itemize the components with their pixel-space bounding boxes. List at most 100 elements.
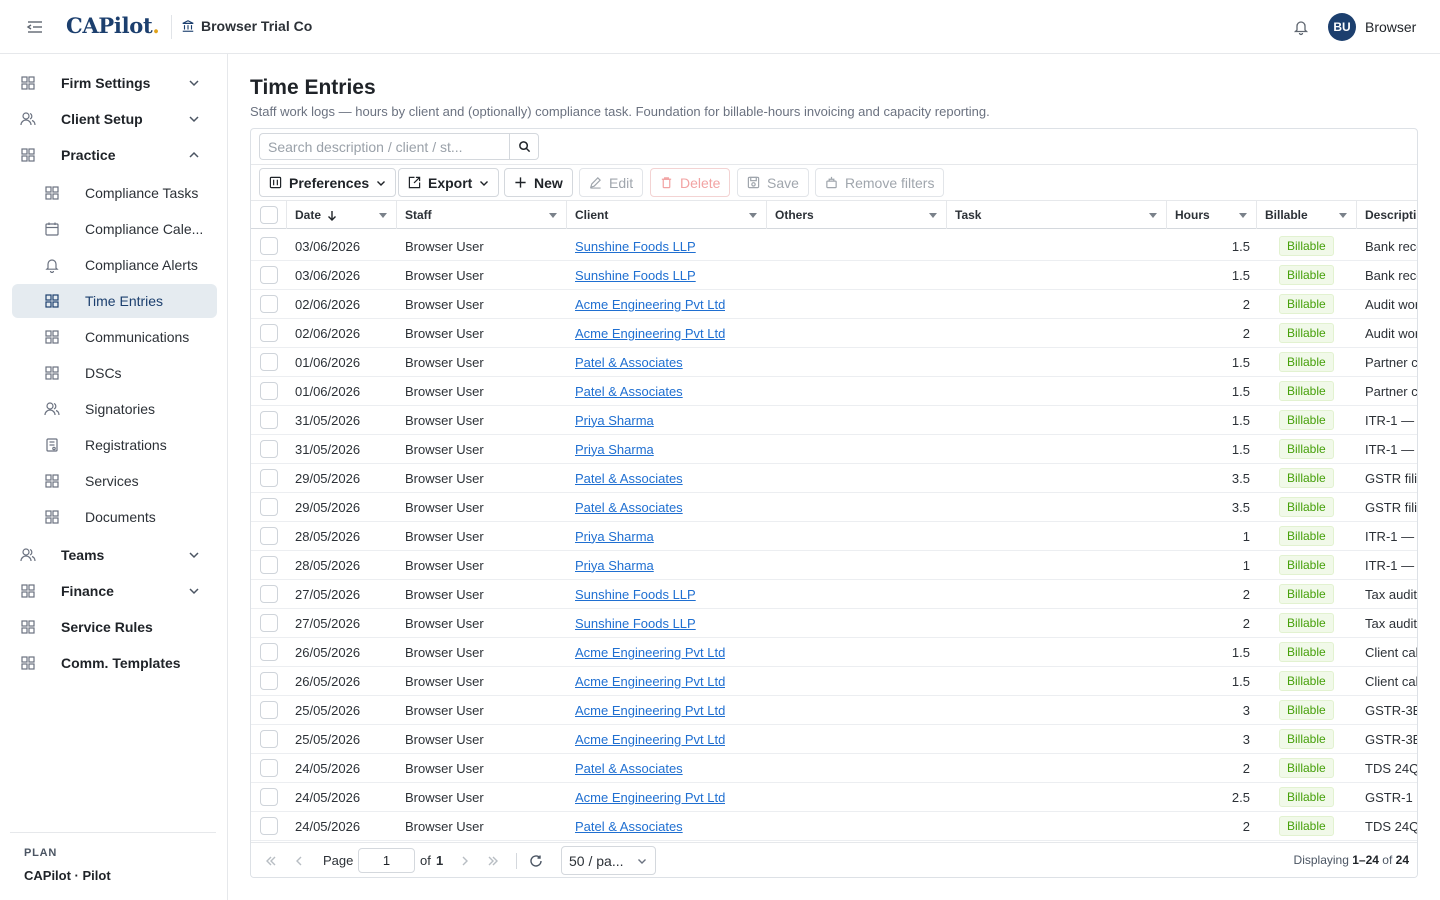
table-row[interactable]: 31/05/2026 Browser User Priya Sharma 1.5 Bil…: [251, 406, 1417, 435]
column-header-task[interactable]: Task: [947, 201, 1167, 229]
sidebar-item-compliance-calendar[interactable]: Compliance Cale...: [12, 212, 217, 246]
sidebar-item-teams[interactable]: Teams: [12, 538, 217, 572]
column-header-others[interactable]: Others: [767, 201, 947, 229]
table-row[interactable]: 01/06/2026 Browser User Patel & Associates…: [251, 377, 1417, 406]
row-checkbox[interactable]: [260, 614, 278, 632]
page-size-select[interactable]: 50 / pa...: [561, 846, 656, 875]
client-link[interactable]: Sunshine Foods LLP: [575, 239, 696, 254]
column-header-client[interactable]: Client: [567, 201, 767, 229]
client-link[interactable]: Sunshine Foods LLP: [575, 587, 696, 602]
sidebar-item-compliance-alerts[interactable]: Compliance Alerts: [12, 248, 217, 282]
first-page-icon[interactable]: [264, 854, 278, 868]
delete-button[interactable]: Delete: [650, 168, 731, 197]
column-menu-icon[interactable]: [749, 213, 757, 218]
table-row[interactable]: 26/05/2026 Browser User Acme Engineering P…: [251, 667, 1417, 696]
table-row[interactable]: 02/06/2026 Browser User Acme Engineering P…: [251, 290, 1417, 319]
row-checkbox[interactable]: [260, 759, 278, 777]
client-link[interactable]: Acme Engineering Pvt Ltd: [575, 297, 725, 312]
column-header-hours[interactable]: Hours: [1167, 201, 1257, 229]
client-link[interactable]: Acme Engineering Pvt Ltd: [575, 790, 725, 805]
table-row[interactable]: 24/05/2026 Browser User Patel & Associates…: [251, 812, 1417, 841]
client-link[interactable]: Priya Sharma: [575, 442, 654, 457]
export-button[interactable]: Export: [398, 168, 500, 197]
table-row[interactable]: 28/05/2026 Browser User Priya Sharma 1 Billa…: [251, 522, 1417, 551]
notifications-bell-icon[interactable]: [1292, 18, 1310, 36]
column-header-date[interactable]: Date: [287, 201, 397, 229]
client-link[interactable]: Sunshine Foods LLP: [575, 268, 696, 283]
row-checkbox[interactable]: [260, 730, 278, 748]
client-link[interactable]: Priya Sharma: [575, 413, 654, 428]
row-checkbox[interactable]: [260, 498, 278, 516]
table-row[interactable]: 02/06/2026 Browser User Acme Engineering P…: [251, 319, 1417, 348]
client-link[interactable]: Patel & Associates: [575, 355, 683, 370]
app-logo[interactable]: CAPilot.: [66, 13, 160, 38]
select-all-checkbox[interactable]: [260, 206, 278, 224]
table-row[interactable]: 24/05/2026 Browser User Patel & Associates…: [251, 754, 1417, 783]
table-row[interactable]: 25/05/2026 Browser User Acme Engineering P…: [251, 696, 1417, 725]
sidebar-item-services[interactable]: Services: [12, 464, 217, 498]
row-checkbox[interactable]: [260, 382, 278, 400]
collapse-menu-icon[interactable]: [24, 17, 46, 37]
table-row[interactable]: 28/05/2026 Browser User Priya Sharma 1 Billa…: [251, 551, 1417, 580]
sidebar-item-firm-settings[interactable]: Firm Settings: [12, 66, 217, 100]
last-page-icon[interactable]: [486, 854, 500, 868]
remove-filters-button[interactable]: Remove filters: [815, 168, 945, 197]
edit-button[interactable]: Edit: [579, 168, 644, 197]
column-menu-icon[interactable]: [1149, 213, 1157, 218]
table-row[interactable]: 25/05/2026 Browser User Acme Engineering P…: [251, 725, 1417, 754]
search-button[interactable]: [509, 133, 539, 160]
row-checkbox[interactable]: [260, 440, 278, 458]
row-checkbox[interactable]: [260, 788, 278, 806]
column-header-staff[interactable]: Staff: [397, 201, 567, 229]
sidebar-item-service-rules[interactable]: Service Rules: [12, 610, 217, 644]
sidebar-item-finance[interactable]: Finance: [12, 574, 217, 608]
row-checkbox[interactable]: [260, 324, 278, 342]
column-menu-icon[interactable]: [1239, 213, 1247, 218]
user-avatar[interactable]: BU: [1328, 13, 1356, 41]
client-link[interactable]: Sunshine Foods LLP: [575, 616, 696, 631]
sidebar-item-registrations[interactable]: Registrations: [12, 428, 217, 462]
sidebar-item-compliance-tasks[interactable]: Compliance Tasks: [12, 176, 217, 210]
client-link[interactable]: Patel & Associates: [575, 819, 683, 834]
preferences-button[interactable]: Preferences: [259, 168, 397, 197]
sidebar-item-signatories[interactable]: Signatories: [12, 392, 217, 426]
row-checkbox[interactable]: [260, 643, 278, 661]
row-checkbox[interactable]: [260, 672, 278, 690]
row-checkbox[interactable]: [260, 353, 278, 371]
client-link[interactable]: Patel & Associates: [575, 471, 683, 486]
row-checkbox[interactable]: [260, 585, 278, 603]
row-checkbox[interactable]: [260, 556, 278, 574]
row-checkbox[interactable]: [260, 295, 278, 313]
sidebar-item-dscs[interactable]: DSCs: [12, 356, 217, 390]
row-checkbox[interactable]: [260, 411, 278, 429]
search-input[interactable]: [259, 133, 510, 160]
sidebar-item-practice[interactable]: Practice: [12, 138, 217, 172]
user-name[interactable]: Browser: [1365, 19, 1416, 35]
table-row[interactable]: 26/05/2026 Browser User Acme Engineering P…: [251, 638, 1417, 667]
sidebar-item-documents[interactable]: Documents: [12, 500, 217, 534]
row-checkbox[interactable]: [260, 527, 278, 545]
column-menu-icon[interactable]: [929, 213, 937, 218]
next-page-icon[interactable]: [458, 854, 472, 868]
sidebar-item-communications[interactable]: Communications: [12, 320, 217, 354]
table-row[interactable]: 27/05/2026 Browser User Sunshine Foods LLP…: [251, 609, 1417, 638]
sidebar-item-client-setup[interactable]: Client Setup: [12, 102, 217, 136]
client-link[interactable]: Priya Sharma: [575, 529, 654, 544]
row-checkbox[interactable]: [260, 266, 278, 284]
table-row[interactable]: 29/05/2026 Browser User Patel & Associates…: [251, 493, 1417, 522]
client-link[interactable]: Acme Engineering Pvt Ltd: [575, 674, 725, 689]
client-link[interactable]: Acme Engineering Pvt Ltd: [575, 732, 725, 747]
page-number-input[interactable]: [358, 848, 415, 873]
table-row[interactable]: 31/05/2026 Browser User Priya Sharma 1.5 Bil…: [251, 435, 1417, 464]
client-link[interactable]: Acme Engineering Pvt Ltd: [575, 703, 725, 718]
new-button[interactable]: New: [504, 168, 573, 197]
column-header-billable[interactable]: Billable: [1257, 201, 1357, 229]
org-switcher[interactable]: Browser Trial Co: [181, 18, 312, 34]
column-header-description[interactable]: Descripti: [1357, 201, 1417, 229]
client-link[interactable]: Patel & Associates: [575, 500, 683, 515]
column-menu-icon[interactable]: [549, 213, 557, 218]
row-checkbox[interactable]: [260, 237, 278, 255]
client-link[interactable]: Priya Sharma: [575, 558, 654, 573]
column-menu-icon[interactable]: [379, 213, 387, 218]
row-checkbox[interactable]: [260, 701, 278, 719]
